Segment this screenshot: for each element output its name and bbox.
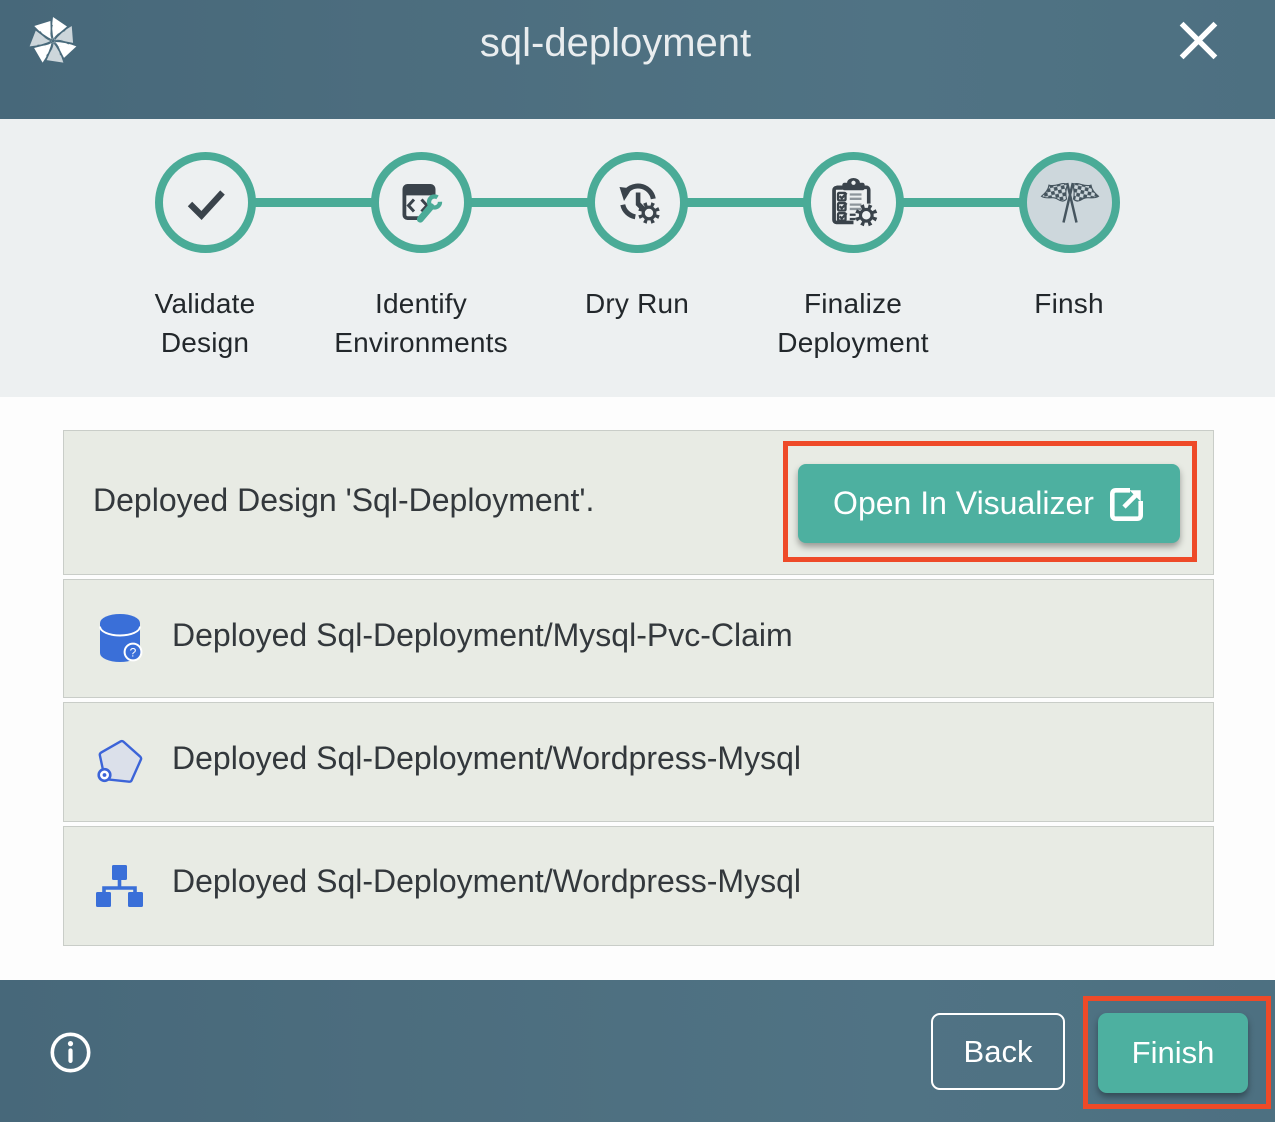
svg-text:?: ?: [130, 646, 137, 660]
